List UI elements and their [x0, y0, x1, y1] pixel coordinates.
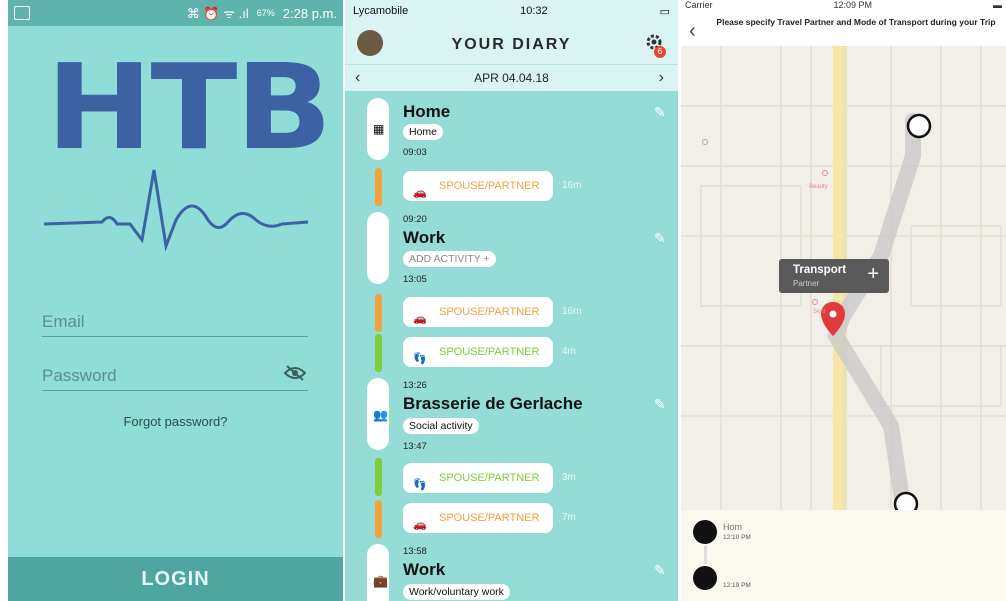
trip-mode: SPOUSE/PARTNER — [439, 180, 540, 192]
notification-icon — [14, 6, 30, 20]
start-time: 13:26 — [403, 380, 427, 391]
login-screen: ⌘ ⏰ ᯤ .ıl 67% 2:28 p.m. HTB Email Passwo… — [8, 0, 343, 601]
trip-card[interactable]: 🚗 SPOUSE/PARTNER — [403, 297, 553, 327]
trip-bar — [375, 334, 382, 372]
timeline-time: 12:19 PM — [723, 582, 751, 589]
heartbeat-line-icon — [43, 169, 309, 252]
map-label: Beauty — [809, 184, 828, 190]
hide-password-icon[interactable] — [284, 364, 306, 382]
edit-icon[interactable]: ✎ — [654, 230, 666, 247]
trip-card[interactable]: 🚗 SPOUSE/PARTNER — [403, 171, 553, 201]
trip-mode: SPOUSE/PARTNER — [439, 512, 540, 524]
status-time: 2:28 p.m. — [282, 5, 337, 21]
trip-bar — [375, 500, 382, 538]
nav-bar: ‹ Please specify Travel Partner and Mode… — [681, 14, 1006, 47]
chevron-left-icon[interactable]: ‹ — [355, 65, 360, 91]
car-icon: 🚗 — [413, 187, 427, 199]
timeline-time: 12:10 PM — [723, 534, 751, 541]
place-title[interactable]: Home — [403, 102, 450, 122]
timeline-connector — [704, 546, 707, 564]
walk-icon: 👣 — [413, 479, 427, 491]
start-time: 13:58 — [403, 546, 427, 557]
chevron-right-icon[interactable]: › — [659, 65, 664, 91]
timeline-panel: Hom 12:10 PM 12:19 PM — [681, 510, 1006, 601]
walk-icon: 👣 — [413, 353, 427, 365]
password-field[interactable]: Password — [42, 364, 308, 391]
car-icon: 🚗 — [413, 519, 427, 531]
trip-duration: 3m — [562, 472, 576, 483]
add-icon[interactable]: + — [867, 263, 879, 286]
timeline-dot — [693, 520, 717, 544]
password-placeholder: Password — [42, 366, 117, 385]
edit-icon[interactable]: ✎ — [654, 396, 666, 413]
diary-header: YOUR DIARY 6 — [345, 22, 678, 64]
status-time: 12:09 PM — [833, 0, 873, 10]
stay-rail — [367, 544, 389, 601]
place-title[interactable]: Brasserie de Gerlache — [403, 394, 583, 414]
timeline-dot — [693, 566, 717, 590]
forgot-password-link[interactable]: Forgot password? — [8, 414, 343, 429]
popup-title: Transport — [793, 264, 847, 276]
map-label: Sent — [813, 309, 826, 315]
briefcase-icon: 💼 — [373, 574, 388, 588]
edit-icon[interactable]: ✎ — [654, 562, 666, 579]
trip-mode: SPOUSE/PARTNER — [439, 346, 540, 358]
stay-rail — [367, 212, 389, 284]
battery-icon: ▭ — [659, 5, 670, 18]
add-activity-button[interactable]: ADD ACTIVITY + — [403, 251, 496, 267]
email-field[interactable]: Email — [42, 312, 308, 337]
status-bar: Carrier 12:09 PM ▬ — [681, 0, 1006, 14]
add-activity-label: ADD ACTIVITY — [409, 253, 481, 265]
notification-badge: 6 — [654, 46, 666, 58]
date-navigator: ‹ APR 04.04.18 › — [345, 64, 678, 91]
activity-tag[interactable]: Work/voluntary work — [403, 584, 510, 600]
car-icon: 🚗 — [413, 313, 427, 325]
trip-duration: 16m — [562, 306, 582, 317]
trip-mode: SPOUSE/PARTNER — [439, 472, 540, 484]
trip-duration: 4m — [562, 346, 576, 357]
start-time: 09:20 — [403, 214, 427, 225]
carrier-name: Carrier — [685, 0, 713, 10]
status-time: 10:32 — [520, 5, 548, 17]
email-placeholder: Email — [42, 312, 85, 331]
building-icon: ▦ — [373, 122, 385, 136]
trip-bar — [375, 168, 382, 206]
trip-duration: 7m — [562, 512, 576, 523]
trip-duration: 16m — [562, 180, 582, 191]
edit-icon[interactable]: ✎ — [654, 104, 666, 121]
page-title: YOUR DIARY — [451, 36, 572, 53]
diary-screen: Lycamobile 10:32 ▭ YOUR DIARY 6 ‹ APR 04… — [345, 0, 678, 601]
status-icons: ⌘ ⏰ ᯤ .ıl — [186, 6, 249, 21]
end-time: 09:03 — [403, 147, 427, 158]
end-time: 13:05 — [403, 274, 427, 285]
htb-logo: HTB — [46, 38, 332, 176]
place-title[interactable]: Work — [403, 228, 445, 248]
trip-bar — [375, 294, 382, 332]
trip-mode: SPOUSE/PARTNER — [439, 306, 540, 318]
plus-icon: + — [483, 253, 490, 265]
people-icon: 👥 — [373, 408, 388, 422]
trip-card[interactable]: 👣 SPOUSE/PARTNER — [403, 337, 553, 367]
status-bar: Lycamobile 10:32 ▭ — [345, 0, 678, 22]
login-button[interactable]: LOGIN — [8, 557, 343, 601]
trip-bar — [375, 458, 382, 496]
battery-icon: ▬ — [992, 0, 1002, 10]
carrier-name: Lycamobile — [353, 5, 409, 17]
end-time: 13:47 — [403, 441, 427, 452]
popup-subtitle: Partner — [793, 279, 820, 288]
transport-popup[interactable]: Transport Partner + — [779, 259, 889, 293]
activity-tag[interactable]: Home — [403, 124, 444, 140]
trip-card[interactable]: 👣 SPOUSE/PARTNER — [403, 463, 553, 493]
place-title[interactable]: Work — [403, 560, 445, 580]
battery-level: 67% — [256, 8, 275, 18]
trip-card[interactable]: 🚗 SPOUSE/PARTNER — [403, 503, 553, 533]
back-icon[interactable]: ‹ — [689, 20, 696, 43]
timeline-label: Hom — [723, 522, 743, 532]
map-screen: Carrier 12:09 PM ▬ ‹ Please specify Trav… — [681, 0, 1006, 601]
status-bar: ⌘ ⏰ ᯤ .ıl 67% 2:28 p.m. — [8, 0, 343, 26]
activity-tag[interactable]: Social activity — [403, 418, 479, 434]
current-date: APR 04.04.18 — [474, 71, 549, 85]
prompt-text: Please specify Travel Partner and Mode o… — [716, 17, 996, 27]
